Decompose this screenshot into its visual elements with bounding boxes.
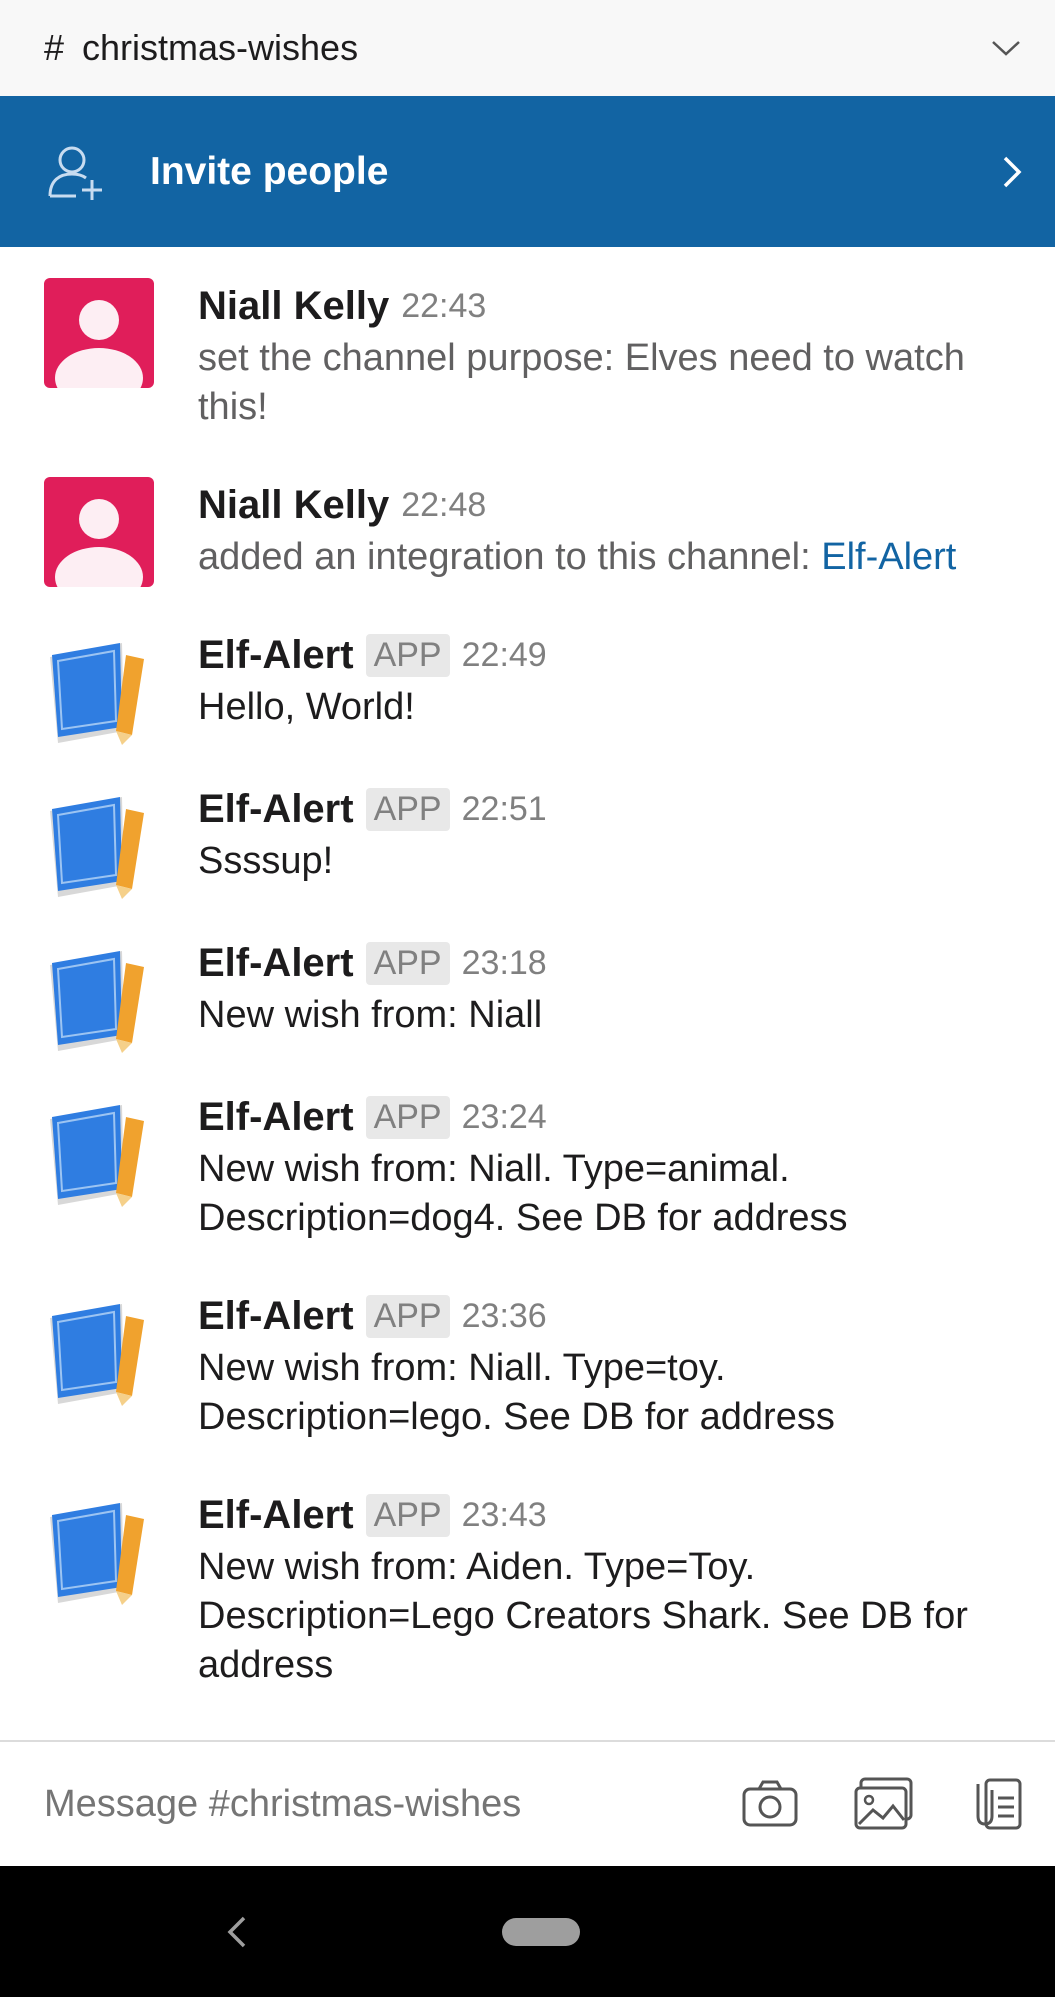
message-composer[interactable] <box>0 1740 1055 1866</box>
app-badge: APP <box>365 1095 450 1139</box>
app-avatar[interactable] <box>44 1499 154 1609</box>
message-text: set the channel purpose: Elves need to w… <box>198 337 965 428</box>
message-time: 22:51 <box>461 789 547 828</box>
integration-link[interactable]: Elf-Alert <box>821 536 956 578</box>
app-avatar[interactable] <box>44 639 154 749</box>
channel-title[interactable]: christmas-wishes <box>82 27 991 69</box>
camera-icon[interactable] <box>739 1773 801 1835</box>
message-text: added an integration to this channel: El… <box>198 533 1025 582</box>
message-time: 22:43 <box>401 286 487 325</box>
avatar[interactable] <box>44 477 154 587</box>
message-text: New wish from: Niall. Type=animal. Descr… <box>198 1148 848 1239</box>
invite-people-label: Invite people <box>150 149 389 193</box>
message-time: 23:36 <box>461 1296 547 1335</box>
message-author[interactable]: Niall Kelly <box>198 483 389 528</box>
message-text: Ssssup! <box>198 840 334 882</box>
message-author[interactable]: Niall Kelly <box>198 284 389 329</box>
message-author[interactable]: Elf-Alert <box>198 633 354 678</box>
channel-hash: # <box>44 27 65 68</box>
app-badge: APP <box>365 633 450 677</box>
home-pill-button[interactable] <box>502 1918 580 1946</box>
message-time: 23:43 <box>461 1495 547 1534</box>
message-author[interactable]: Elf-Alert <box>198 787 354 832</box>
avatar[interactable] <box>44 278 154 388</box>
message-author[interactable]: Elf-Alert <box>198 1294 354 1339</box>
app-badge: APP <box>365 1294 450 1338</box>
add-user-icon <box>44 140 108 204</box>
back-icon[interactable] <box>222 1910 252 1954</box>
app-avatar[interactable] <box>44 947 154 1057</box>
system-nav-bar <box>0 1866 1055 1997</box>
message-time: 22:48 <box>401 485 487 524</box>
app-badge: APP <box>365 787 450 831</box>
chevron-right-icon <box>997 152 1027 192</box>
channel-header[interactable]: # christmas-wishes <box>0 0 1055 96</box>
app-avatar[interactable] <box>44 793 154 903</box>
image-gallery-icon[interactable] <box>853 1773 915 1835</box>
message-text: Hello, World! <box>198 686 415 728</box>
message-time: 22:49 <box>461 635 547 674</box>
app-badge: APP <box>365 941 450 985</box>
invite-people-button[interactable]: Invite people <box>0 96 1055 247</box>
message-text-prefix: added an integration to this channel: <box>198 536 822 578</box>
message-text: New wish from: Niall. Type=toy. Descript… <box>198 1347 835 1438</box>
app-avatar[interactable] <box>44 1101 154 1211</box>
chevron-down-icon[interactable] <box>991 33 1021 63</box>
message-author[interactable]: Elf-Alert <box>198 1095 354 1140</box>
message-author[interactable]: Elf-Alert <box>198 1493 354 1538</box>
message-input[interactable] <box>44 1782 687 1826</box>
message-time: 23:24 <box>461 1097 547 1136</box>
message-time: 23:18 <box>461 943 547 982</box>
app-avatar[interactable] <box>44 1300 154 1410</box>
app-badge: APP <box>365 1493 450 1537</box>
message-author[interactable]: Elf-Alert <box>198 941 354 986</box>
message-text: New wish from: Aiden. Type=Toy. Descript… <box>198 1546 968 1686</box>
files-icon[interactable] <box>967 1773 1029 1835</box>
message-text: New wish from: Niall <box>198 994 543 1036</box>
